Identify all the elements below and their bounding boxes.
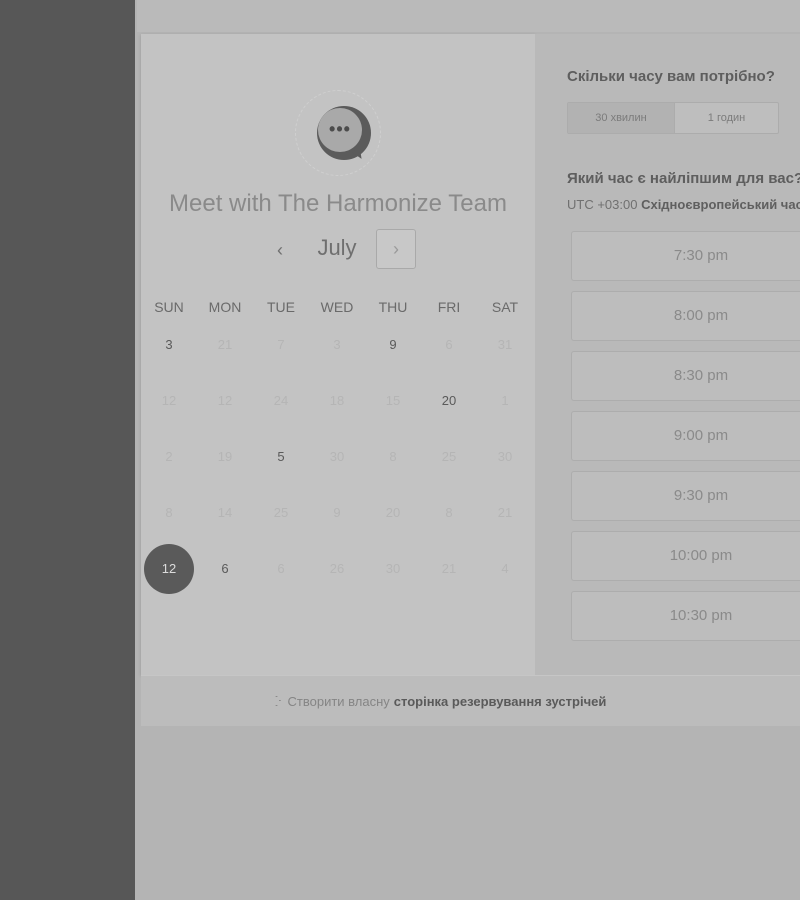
- duration-30-button[interactable]: 30 хвилин: [568, 103, 674, 133]
- duration-60-button[interactable]: 1 годин: [675, 103, 778, 133]
- calendar-day: 19: [217, 449, 233, 464]
- calendar-day: 26: [329, 561, 345, 576]
- timezone-offset: UTC +03:00: [567, 197, 638, 212]
- calendar-day: 25: [441, 449, 457, 464]
- calendar-day: 2: [165, 449, 173, 464]
- time-slot-button[interactable]: 8:30 pm: [571, 351, 800, 401]
- prev-month-button[interactable]: ‹: [265, 235, 295, 265]
- calendar-day: 4: [501, 561, 509, 576]
- calendar-day: 30: [385, 561, 401, 576]
- calendar-day: 8: [165, 505, 173, 520]
- month-nav: ‹ July ›: [141, 229, 535, 273]
- time-question: Який час є найліпшим для вас?: [567, 170, 800, 187]
- calendar-day: 20: [385, 505, 401, 520]
- weekday-fri: FRI: [437, 299, 461, 315]
- calendar-day: 8: [389, 449, 397, 464]
- calendar-day-selected[interactable]: 12: [144, 544, 194, 594]
- calendar-day: 25: [273, 505, 289, 520]
- weekday-thu: THU: [378, 299, 408, 315]
- calendar-day: 6: [277, 561, 285, 576]
- calendar-day: 15: [385, 393, 401, 408]
- top-band: [137, 0, 800, 32]
- time-slot-button[interactable]: 9:30 pm: [571, 471, 800, 521]
- weekday-sat: SAT: [491, 299, 519, 315]
- calendar-day: 14: [217, 505, 233, 520]
- calendar-day: 7: [277, 337, 285, 352]
- calendar-day[interactable]: 20: [424, 376, 474, 426]
- calendar-day: 21: [497, 505, 513, 520]
- calendar-day: 8: [445, 505, 453, 520]
- footer-link-brand[interactable]: сторінка резервування зустрічей: [394, 694, 607, 709]
- weekday-mon: MON: [208, 299, 242, 315]
- calendar-day: 31: [497, 337, 513, 352]
- time-slot-button[interactable]: 10:00 pm: [571, 531, 800, 581]
- timezone-name: Східноєвропейський час: [641, 197, 800, 212]
- weekday-sun: SUN: [154, 299, 184, 315]
- duration-toggle: 30 хвилин 1 годин: [567, 102, 779, 134]
- time-slot-button[interactable]: 9:00 pm: [571, 411, 800, 461]
- calendar-day[interactable]: 9: [368, 320, 418, 370]
- calendar-day: 6: [445, 337, 453, 352]
- next-month-button[interactable]: ›: [376, 229, 416, 269]
- timezone-selector[interactable]: UTC +03:00 Східноєвропейський час: [567, 197, 800, 212]
- calendar-day[interactable]: 6: [200, 544, 250, 594]
- footer-link-lead[interactable]: Створити власну: [288, 694, 390, 709]
- calendar-day: 21: [441, 561, 457, 576]
- calendar-day: 21: [217, 337, 233, 352]
- calendar-day: 1: [501, 393, 509, 408]
- left-rail: [0, 0, 135, 900]
- duration-question: Скільки часу вам потрібно?: [567, 68, 775, 85]
- calendar-day: 9: [333, 505, 341, 520]
- calendar-day: 12: [161, 393, 177, 408]
- meeting-title: Meet with The Harmonize Team: [169, 190, 507, 217]
- calendar-day: 30: [329, 449, 345, 464]
- time-slot-button[interactable]: 10:30 pm: [571, 591, 800, 641]
- calendar-day: 24: [273, 393, 289, 408]
- time-slot-button[interactable]: 7:30 pm: [571, 231, 800, 281]
- chat-bubble-avatar-icon: •••: [295, 90, 381, 176]
- calendar-day[interactable]: 5: [256, 432, 306, 482]
- calendar-day: 30: [497, 449, 513, 464]
- calendar-day: 3: [333, 337, 341, 352]
- scheduler-panel: Скільки часу вам потрібно? 30 хвилин 1 г…: [535, 34, 800, 675]
- ellipsis-icon: •••: [329, 119, 351, 139]
- weekday-wed: WED: [320, 299, 354, 315]
- weekday-tue: TUE: [267, 299, 295, 315]
- calendar-day: 18: [329, 393, 345, 408]
- calendar-day[interactable]: 3: [144, 320, 194, 370]
- sprocket-icon: ⴾ: [274, 692, 282, 709]
- calendar-day: 12: [217, 393, 233, 408]
- calendar-card: ••• Meet with The Harmonize Team ‹ July …: [141, 34, 535, 675]
- month-label: July: [317, 235, 357, 260]
- time-slot-button[interactable]: 8:00 pm: [571, 291, 800, 341]
- footer-bar: ⴾ Створити власну сторінка резервування …: [141, 675, 800, 726]
